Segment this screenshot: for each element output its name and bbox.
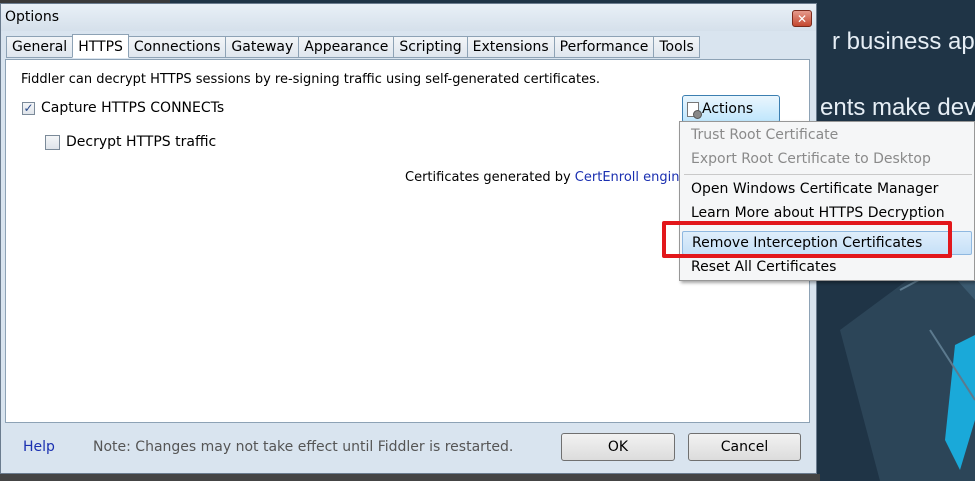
window-title: Options xyxy=(5,9,60,25)
close-button[interactable]: ✕ xyxy=(792,10,812,27)
restart-note: Note: Changes may not take effect until … xyxy=(93,439,514,455)
tab-scripting[interactable]: Scripting xyxy=(393,36,468,58)
actions-button[interactable]: Actions xyxy=(682,95,780,123)
menu-item-reset-all[interactable]: Reset All Certificates xyxy=(680,255,974,279)
cert-engine-prefix: Certificates generated by xyxy=(405,170,571,185)
menu-item-export-root[interactable]: Export Root Certificate to Desktop xyxy=(680,147,974,171)
capture-https-checkbox[interactable]: ✓ xyxy=(22,100,35,115)
decrypt-https-row: Decrypt HTTPS traffic xyxy=(45,134,216,150)
menu-item-trust-root[interactable]: Trust Root Certificate xyxy=(680,123,974,147)
certificate-doc-icon xyxy=(687,101,702,119)
tab-general[interactable]: General xyxy=(6,36,74,58)
cert-engine-link[interactable]: CertEnroll engine xyxy=(575,170,688,185)
capture-https-row: ✓ Capture HTTPS CONNECTs xyxy=(22,100,224,116)
close-icon: ✕ xyxy=(796,12,808,26)
tab-tools[interactable]: Tools xyxy=(653,36,700,58)
decrypt-https-label[interactable]: Decrypt HTTPS traffic xyxy=(66,134,216,150)
menu-separator xyxy=(684,174,972,175)
tab-appearance[interactable]: Appearance xyxy=(298,36,395,58)
background-text-line2: ents make dev xyxy=(820,94,975,121)
help-link[interactable]: Help xyxy=(23,439,55,455)
tab-strip: General HTTPS Connections Gateway Appear… xyxy=(6,34,700,58)
tab-connections[interactable]: Connections xyxy=(127,36,227,58)
red-highlight-box xyxy=(662,221,952,258)
tab-extensions[interactable]: Extensions xyxy=(466,36,555,58)
background-text-line1: r business app xyxy=(832,28,975,55)
checkmark-icon: ✓ xyxy=(23,100,34,115)
background-bottom-strip xyxy=(0,474,820,481)
https-description: Fiddler can decrypt HTTPS sessions by re… xyxy=(21,72,600,87)
tab-performance[interactable]: Performance xyxy=(553,36,655,58)
cert-engine-line: Certificates generated by CertEnroll eng… xyxy=(405,170,687,185)
ok-button[interactable]: OK xyxy=(561,433,675,461)
tab-gateway[interactable]: Gateway xyxy=(225,36,300,58)
decrypt-https-checkbox[interactable] xyxy=(45,134,60,150)
actions-label: Actions xyxy=(702,101,754,117)
capture-https-label[interactable]: Capture HTTPS CONNECTs xyxy=(41,100,224,116)
menu-item-open-cert-manager[interactable]: Open Windows Certificate Manager xyxy=(680,177,974,201)
cancel-button[interactable]: Cancel xyxy=(688,433,801,461)
tab-https[interactable]: HTTPS xyxy=(72,34,129,58)
title-bar: Options ✕ xyxy=(1,4,816,31)
